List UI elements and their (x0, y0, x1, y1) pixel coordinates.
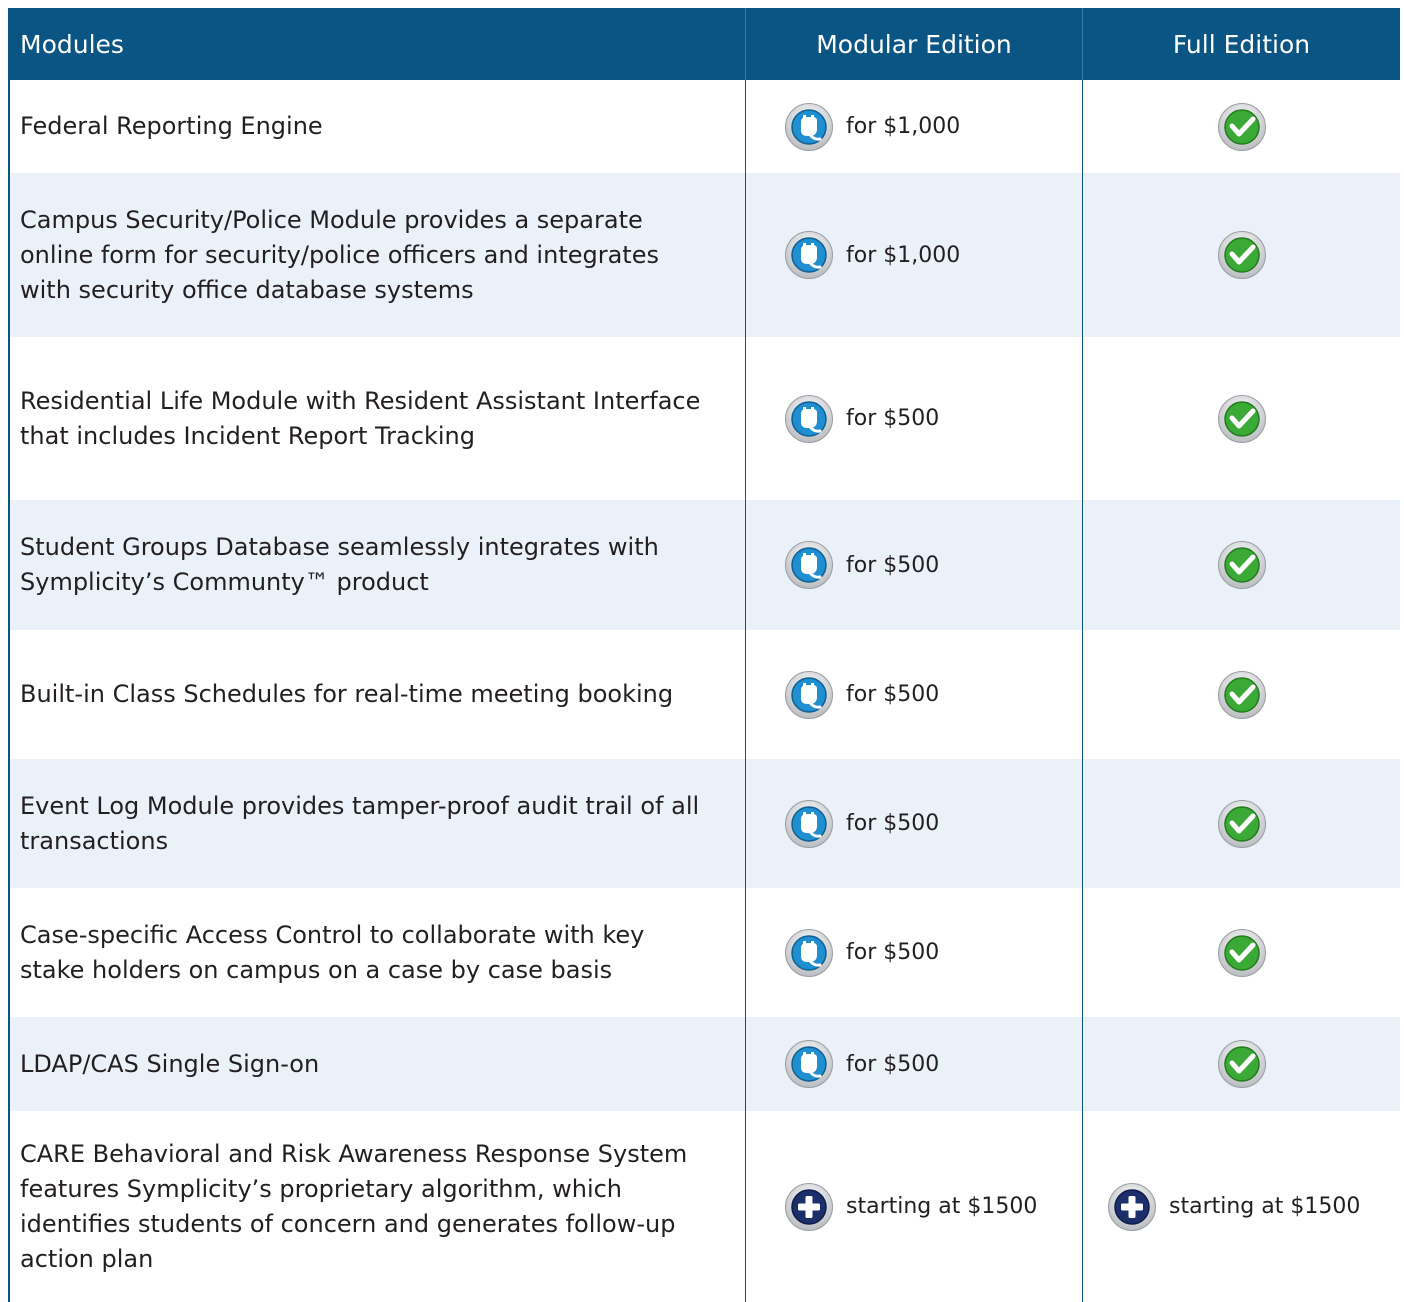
column-divider (1082, 80, 1083, 1302)
check-icon (1217, 230, 1267, 280)
table-row: Event Log Module provides tamper-proof a… (8, 759, 1400, 888)
module-name: Residential Life Module with Resident As… (20, 386, 701, 450)
full-edition-cell (1083, 1017, 1400, 1111)
full-edition-cell: starting at $1500 (1083, 1111, 1400, 1302)
plug-icon (784, 928, 834, 978)
check-icon (1217, 540, 1267, 590)
modular-edition-cell: for $500 (784, 759, 939, 888)
check-icon (1217, 394, 1267, 444)
check-icon (1217, 799, 1267, 849)
modular-edition-cell: for $500 (784, 1017, 939, 1111)
modular-edition-cell: for $1,000 (784, 80, 960, 173)
modular-edition-cell: for $500 (784, 630, 939, 759)
module-name: LDAP/CAS Single Sign-on (20, 1049, 320, 1078)
module-name: Federal Reporting Engine (20, 112, 323, 140)
modular-edition-cell: for $500 (784, 500, 939, 630)
modular-price: for $1,000 (846, 242, 961, 268)
full-price: starting at $1500 (1169, 1194, 1361, 1219)
table-row: Built-in Class Schedules for real-time m… (8, 630, 1400, 759)
full-edition-cell (1083, 759, 1400, 888)
check-icon (1217, 102, 1267, 152)
full-edition-cell (1083, 630, 1400, 759)
table-row: CARE Behavioral and Risk Awareness Respo… (8, 1111, 1400, 1302)
full-edition-cell (1083, 500, 1400, 630)
plug-icon (784, 1039, 834, 1089)
column-divider (745, 80, 746, 1302)
modular-price: for $500 (846, 406, 940, 431)
check-icon (1217, 928, 1267, 978)
modular-price: for $1,000 (846, 114, 961, 139)
table-header: Modules Modular Edition Full Edition (8, 8, 1400, 80)
table-row: Student Groups Database seamlessly integ… (8, 500, 1400, 630)
table-left-border (8, 80, 10, 1302)
modular-edition-cell: for $500 (784, 888, 939, 1017)
table-row: Federal Reporting Engine for $1,000 (8, 80, 1400, 173)
plug-icon (784, 540, 834, 590)
full-edition-cell (1083, 80, 1400, 173)
modular-price: for $500 (846, 1051, 940, 1077)
plug-icon (784, 799, 834, 849)
header-modules: Modules (20, 29, 124, 59)
table-row: Residential Life Module with Resident As… (8, 337, 1400, 500)
modular-price: for $500 (846, 940, 940, 965)
full-edition-cell (1083, 888, 1400, 1017)
modular-price: starting at $1500 (846, 1194, 1038, 1219)
table-row: Campus Security/Police Module provides a… (8, 173, 1400, 337)
plug-icon (784, 102, 834, 152)
modular-price: for $500 (846, 811, 940, 836)
check-icon (1217, 1039, 1267, 1089)
modular-edition-cell: starting at $1500 (784, 1111, 1037, 1302)
table-row: LDAP/CAS Single Sign-on for $500 (8, 1017, 1400, 1111)
full-edition-cell (1083, 173, 1400, 337)
module-name: Campus Security/Police Module provides a… (20, 205, 659, 304)
plus-icon (784, 1182, 834, 1232)
check-icon (1217, 670, 1267, 720)
modular-price: for $500 (846, 552, 940, 578)
module-name: CARE Behavioral and Risk Awareness Respo… (20, 1139, 688, 1273)
modular-edition-cell: for $500 (784, 337, 939, 500)
modular-edition-cell: for $1,000 (784, 173, 960, 337)
table-row: Case-specific Access Control to collabor… (8, 888, 1400, 1017)
full-edition-cell (1083, 337, 1400, 500)
plug-icon (784, 670, 834, 720)
plug-icon (784, 230, 834, 280)
module-name: Event Log Module provides tamper-proof a… (20, 791, 700, 855)
module-name: Student Groups Database seamlessly integ… (20, 533, 659, 596)
header-modular-edition: Modular Edition (816, 29, 1012, 59)
module-name: Case-specific Access Control to collabor… (20, 920, 645, 984)
modular-price: for $500 (846, 682, 940, 707)
plus-icon (1107, 1182, 1157, 1232)
plug-icon (784, 394, 834, 444)
header-full-edition: Full Edition (1172, 29, 1311, 59)
module-name: Built-in Class Schedules for real-time m… (20, 680, 674, 708)
